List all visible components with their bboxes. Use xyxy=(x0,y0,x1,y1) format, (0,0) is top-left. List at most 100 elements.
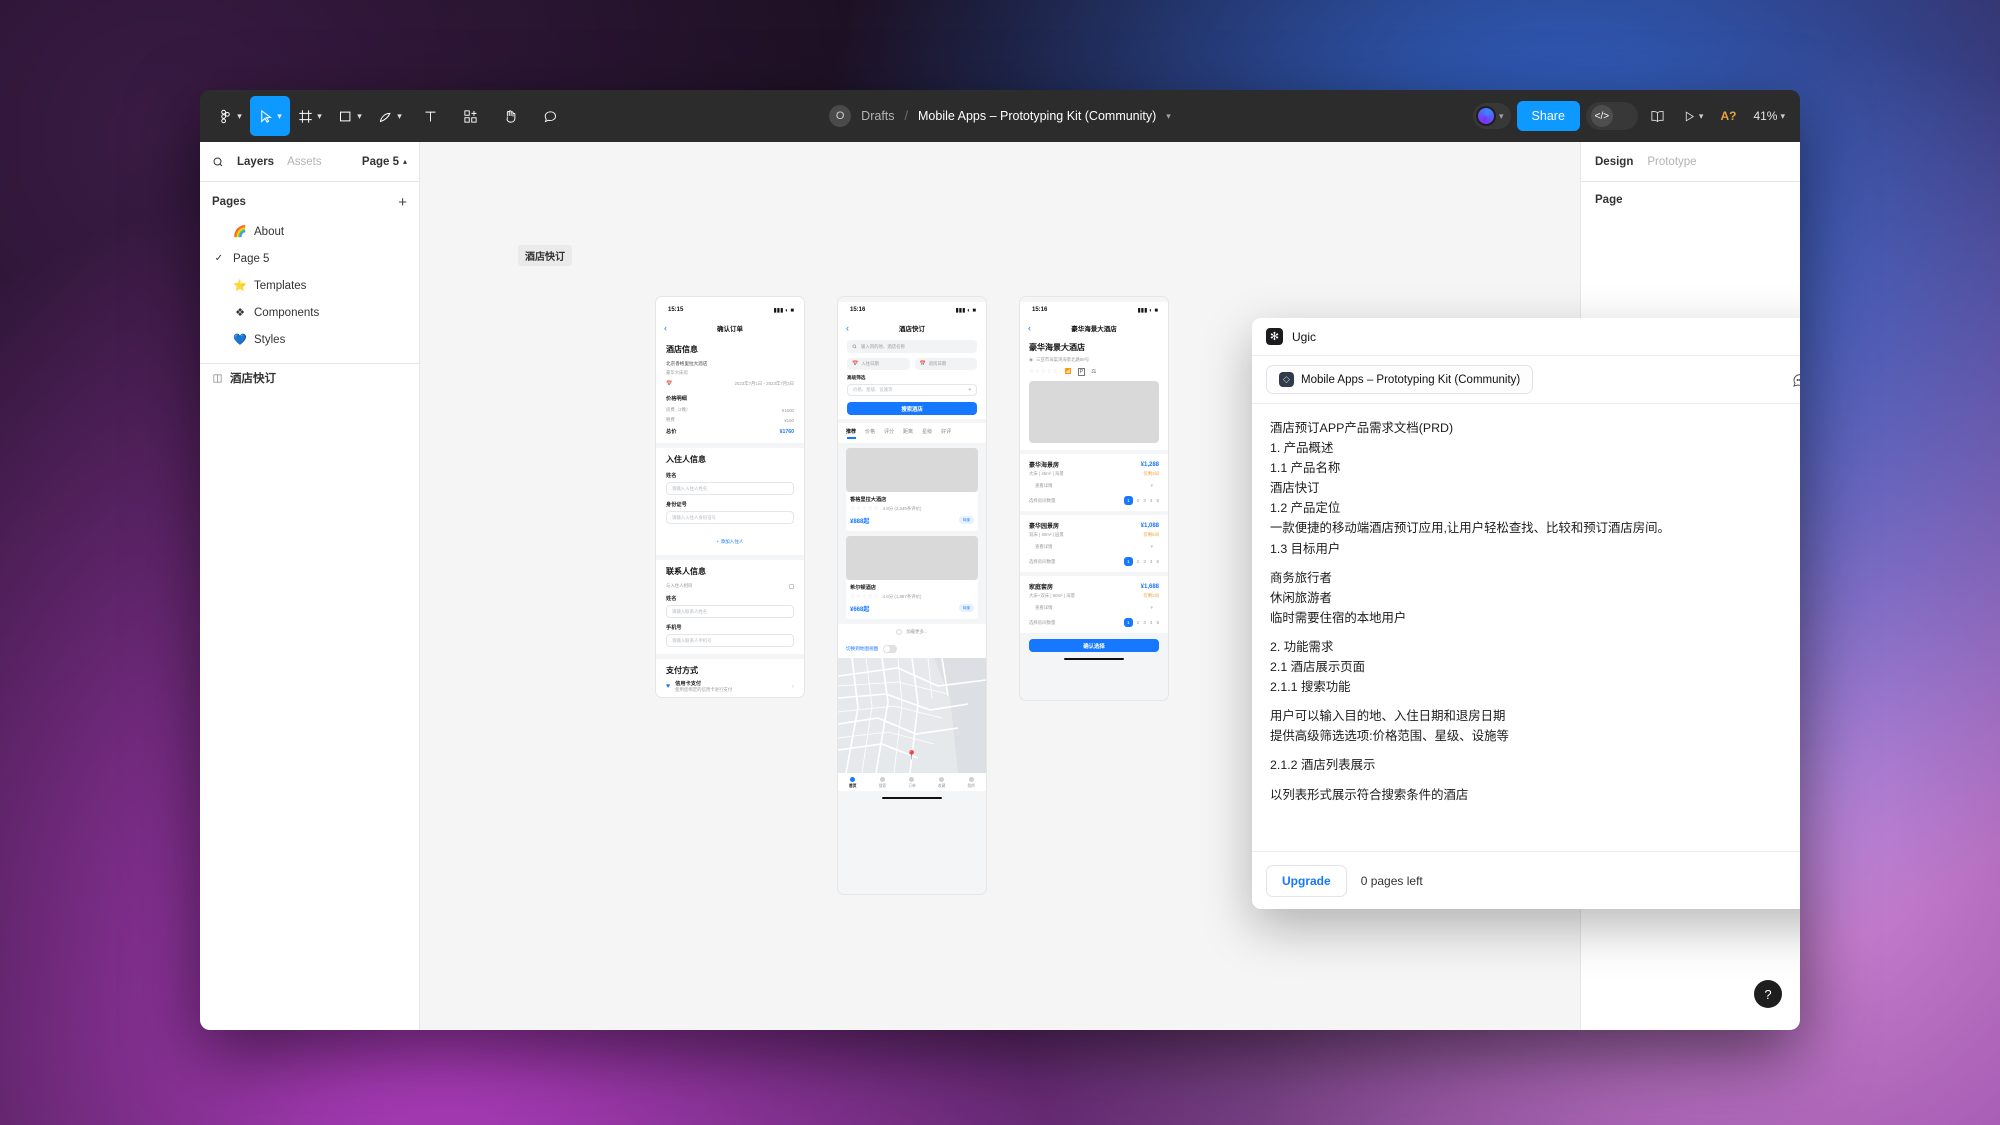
checkin-date-input[interactable]: 📅 入住日期 xyxy=(847,358,910,370)
tab-price[interactable]: 价格 xyxy=(865,428,875,435)
room-qty-selector[interactable]: 1 2 3 4 5 xyxy=(1123,618,1159,627)
hotel-card[interactable]: 希尔顿酒店 ☆☆☆☆☆ 4.6分 (1,887条评价) ¥668起 特惠 xyxy=(838,531,986,619)
screen-hotel-detail[interactable]: 15:16 ▮▮▮ ◐ ■ ‹ 豪华海景大酒店 豪华海景大酒店 ◉ 三亚市海棠湾… xyxy=(1020,297,1168,700)
hotel-card[interactable]: 香格里拉大酒店 ☆☆☆☆☆ 4.8分 (2,345条评价) ¥888起 特惠 xyxy=(838,443,986,531)
dev-mode-toggle[interactable]: </> xyxy=(1585,102,1638,130)
room-item[interactable]: 豪华园景房 ¥1,088 双床 | 40m² | 园景 仅剩5间 查看详情 ▾ … xyxy=(1020,515,1168,572)
qty-option[interactable]: 2 xyxy=(1137,498,1140,503)
tab-rating[interactable]: 评分 xyxy=(884,428,894,435)
contact-phone-input[interactable]: 请输入联系人手机号 xyxy=(666,634,794,647)
contact-name-input[interactable]: 请输入联系人姓名 xyxy=(666,605,794,618)
filter-select[interactable]: 价格、星级、设施等 ▾ xyxy=(847,384,977,396)
comment-tool-button[interactable] xyxy=(530,96,570,136)
tab-prototype[interactable]: Prototype xyxy=(1647,156,1696,168)
upgrade-button[interactable]: Upgrade xyxy=(1266,864,1347,897)
map-toggle-row[interactable]: 切换到地图视图 xyxy=(838,639,986,658)
layer-item-hotel-frame[interactable]: 酒店快订 xyxy=(200,364,419,392)
add-guest-button[interactable]: + 添加入住人 xyxy=(666,530,794,548)
qty-option[interactable]: 5 xyxy=(1156,620,1159,625)
checkbox[interactable] xyxy=(789,583,794,589)
room-qty-selector[interactable]: 1 2 3 4 5 xyxy=(1123,557,1159,566)
qty-option[interactable]: 4 xyxy=(1150,559,1153,564)
map-toggle-switch[interactable] xyxy=(883,644,898,653)
tab-layers[interactable]: Layers xyxy=(237,156,274,168)
qty-option[interactable]: 3 xyxy=(1143,498,1146,503)
map-view[interactable]: 📍 xyxy=(838,657,986,773)
qty-option[interactable]: 1 xyxy=(1123,496,1133,505)
qty-option[interactable]: 4 xyxy=(1150,620,1153,625)
page-item-page5[interactable]: ✓ Page 5 xyxy=(200,245,419,272)
same-as-guest-row[interactable]: 与入住人相同 xyxy=(666,583,794,589)
add-page-button[interactable]: + xyxy=(398,195,407,210)
breadcrumb-file-name[interactable]: Mobile Apps – Prototyping Kit (Community… xyxy=(918,109,1156,123)
zoom-menu[interactable]: 41% ▾ xyxy=(1748,101,1790,131)
room-item[interactable]: 家庭套房 ¥1,688 大床+双床 | 60m² | 海景 仅剩2间 查看详情 … xyxy=(1020,576,1168,633)
breadcrumb-root[interactable]: Drafts xyxy=(861,109,894,123)
chevron-down-icon[interactable]: ▾ xyxy=(1150,544,1153,550)
frame-label[interactable]: 酒店快订 xyxy=(518,245,572,266)
guest-name-input[interactable]: 请输入入住人姓名 xyxy=(666,482,794,495)
search-icon[interactable] xyxy=(212,156,224,168)
qty-option[interactable]: 2 xyxy=(1137,559,1140,564)
room-detail-toggle[interactable]: 查看详情 xyxy=(1035,605,1053,611)
guest-id-input[interactable]: 请输入入住人身份证号 xyxy=(666,511,794,524)
library-button[interactable] xyxy=(1644,101,1672,131)
hand-tool-button[interactable] xyxy=(490,96,530,136)
tab-design[interactable]: Design xyxy=(1595,156,1633,168)
qty-option[interactable]: 2 xyxy=(1137,620,1140,625)
load-more-row[interactable]: 加载更多... xyxy=(838,623,986,640)
page-item-styles[interactable]: 💙 Styles xyxy=(200,326,419,353)
qty-option[interactable]: 3 xyxy=(1143,559,1146,564)
file-chip[interactable]: ◇ Mobile Apps – Prototyping Kit (Communi… xyxy=(1266,365,1534,394)
nav-item-search[interactable]: 搜索 xyxy=(879,776,886,789)
room-item[interactable]: 豪华海景房 ¥1,288 大床 | 45m² | 海景 仅剩3间 查看详情 ▾ … xyxy=(1020,454,1168,511)
tab-distance[interactable]: 距离 xyxy=(903,428,913,435)
resources-tool-button[interactable] xyxy=(450,96,490,136)
comment-icon[interactable] xyxy=(1792,372,1800,388)
chevron-down-icon[interactable]: ▾ xyxy=(1150,483,1153,489)
help-button[interactable]: ? xyxy=(1754,980,1782,1008)
chevron-down-icon[interactable]: ▾ xyxy=(1166,111,1171,121)
nav-item-home[interactable]: 首页 xyxy=(849,776,857,789)
page-item-components[interactable]: ❖ Components xyxy=(200,299,419,326)
room-detail-toggle[interactable]: 查看详情 xyxy=(1035,544,1053,550)
user-avatar-group[interactable]: ▾ xyxy=(1473,103,1511,129)
annotation-button[interactable]: A? xyxy=(1714,101,1742,131)
screen-hotel-search[interactable]: 15:16 ▮▮▮ ◐ ■ ‹ 酒店快订 输入目的地、酒店名称 📅 入住日期 📅… xyxy=(838,297,986,894)
move-tool-button[interactable]: ▾ xyxy=(250,96,290,136)
chevron-down-icon[interactable]: ▾ xyxy=(1150,605,1153,611)
prd-text-area[interactable]: 酒店预订APP产品需求文档(PRD) 1. 产品概述 1.1 产品名称 酒店快订… xyxy=(1252,404,1800,851)
payment-option[interactable]: ♥ 信用卡支付 使用您绑定的信用卡进行支付 › xyxy=(666,676,794,697)
room-detail-toggle[interactable]: 查看详情 xyxy=(1035,483,1053,489)
tab-assets[interactable]: Assets xyxy=(287,156,322,168)
checkout-date-input[interactable]: 📅 退房日期 xyxy=(914,358,977,370)
figma-menu-button[interactable]: ▾ xyxy=(210,96,250,136)
nav-item-profile[interactable]: 我的 xyxy=(967,776,975,789)
qty-option[interactable]: 1 xyxy=(1123,557,1133,566)
qty-option[interactable]: 5 xyxy=(1156,498,1159,503)
page-item-about[interactable]: 🌈 About xyxy=(200,218,419,245)
present-button[interactable]: ▾ xyxy=(1678,101,1709,131)
frame-tool-button[interactable]: ▾ xyxy=(290,96,330,136)
qty-option[interactable]: 3 xyxy=(1143,620,1146,625)
search-hotel-button[interactable]: 搜索酒店 xyxy=(847,402,977,415)
destination-input[interactable]: 输入目的地、酒店名称 xyxy=(847,340,977,353)
tab-reviews[interactable]: 好评 xyxy=(941,428,951,435)
qty-option[interactable]: 1 xyxy=(1123,618,1133,627)
ugic-plugin-modal[interactable]: ✻ Ugic ✕ ◇ Mobile Apps – Prototyping Kit… xyxy=(1252,318,1800,909)
pen-tool-button[interactable]: ▾ xyxy=(370,96,410,136)
room-qty-selector[interactable]: 1 2 3 4 5 xyxy=(1123,496,1159,505)
nav-item-orders[interactable]: 订单 xyxy=(908,776,916,789)
tab-recommend[interactable]: 推荐 xyxy=(846,428,856,435)
page-item-templates[interactable]: ⭐ Templates xyxy=(200,272,419,299)
tab-stars[interactable]: 星级 xyxy=(922,428,932,435)
confirm-selection-button[interactable]: 确认选择 xyxy=(1029,639,1159,652)
text-tool-button[interactable] xyxy=(410,96,450,136)
share-button[interactable]: Share xyxy=(1516,101,1580,131)
screen-confirm-order[interactable]: 15:15 ▮▮▮ ◐ ■ ‹ 确认订单 酒店信息 北京香格里拉大酒店 豪华大床… xyxy=(656,297,804,697)
nav-item-favorites[interactable]: 收藏 xyxy=(938,776,945,789)
page-selector[interactable]: Page 5 ▴ xyxy=(362,156,407,168)
qty-option[interactable]: 4 xyxy=(1150,498,1153,503)
qty-option[interactable]: 5 xyxy=(1156,559,1159,564)
shape-tool-button[interactable]: ▾ xyxy=(330,96,370,136)
